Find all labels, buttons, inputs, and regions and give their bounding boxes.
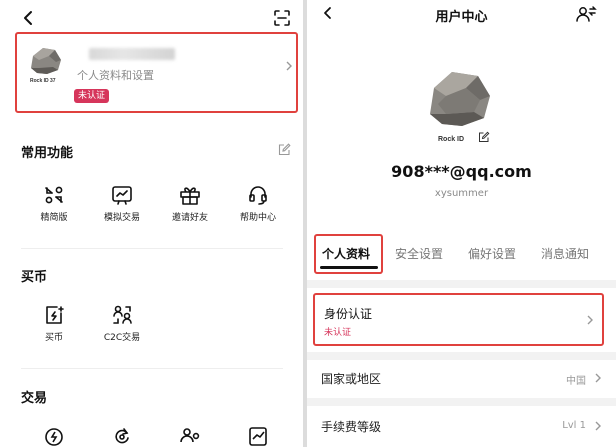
grid-item-label: 精简版: [40, 213, 68, 223]
grid-item-flash[interactable]: [24, 425, 84, 447]
c2c-icon: [110, 304, 134, 326]
edit-icon[interactable]: [278, 143, 291, 156]
identity-status: 未认证: [324, 328, 352, 338]
grid-item-invite[interactable]: 邀请好友: [160, 184, 220, 223]
row-label: 国家或地区: [321, 372, 382, 386]
grid-item-label: 帮助中心: [239, 213, 276, 223]
status-badge: 未认证: [74, 89, 110, 103]
highlight-box: [314, 234, 383, 274]
page-title: 用户中心: [435, 10, 488, 25]
section-title-buy: 买币: [21, 270, 48, 285]
profile-subtitle: 个人资料和设置: [77, 69, 154, 82]
user-center-panel: 用户中心 Rock ID 908***@qq.com xysummer 个人资料…: [307, 0, 616, 447]
chevron-right-icon: [594, 372, 602, 384]
row-value: Lvl 1: [562, 420, 586, 431]
headset-icon: [246, 184, 270, 206]
grid-item-demo-trade[interactable]: 模拟交易: [92, 184, 152, 223]
row-value: 中国: [566, 376, 586, 387]
blurred-username: [89, 48, 175, 60]
scan-icon[interactable]: [272, 8, 292, 28]
profile-menu-panel: Rock ID 37 个人资料和设置 未认证 常用功能 精简版 模拟交易 邀请好…: [0, 0, 303, 447]
chevron-right-icon: [284, 59, 294, 73]
profile-card[interactable]: Rock ID 37 个人资料和设置 未认证: [15, 32, 298, 113]
divider: [21, 368, 283, 369]
grid-item-compact[interactable]: 精简版: [24, 184, 84, 223]
copy-trade-icon: [178, 425, 202, 447]
chart-icon: [246, 425, 270, 447]
section-title-common: 常用功能: [21, 146, 74, 161]
row-label: 手续费等级: [321, 420, 382, 434]
convert-icon: [110, 425, 134, 447]
grid-item-convert[interactable]: [92, 425, 152, 447]
tab-security[interactable]: 安全设置: [395, 245, 443, 262]
chevron-right-icon: [586, 314, 594, 326]
compact-icon: [42, 184, 66, 206]
avatar-caption: Rock ID 37: [30, 78, 56, 84]
chevron-right-icon: [594, 420, 602, 432]
grid-item-copy-trade[interactable]: [160, 425, 220, 447]
grid-item-label: 买币: [44, 333, 63, 343]
gift-icon: [178, 184, 202, 206]
grid-item-help[interactable]: 帮助中心: [228, 184, 288, 223]
identity-verification-row[interactable]: 身份认证 未认证: [313, 293, 604, 346]
divider: [307, 398, 616, 406]
buy-coin-icon: [42, 304, 66, 326]
grid-item-label: 邀请好友: [171, 213, 208, 223]
back-arrow-icon[interactable]: [20, 9, 38, 27]
divider: [21, 248, 283, 249]
grid-item-c2c[interactable]: C2C交易: [92, 304, 152, 343]
section-title-trade: 交易: [21, 391, 48, 406]
grid-item-label: 模拟交易: [103, 213, 140, 223]
tab-preferences[interactable]: 偏好设置: [468, 245, 516, 262]
edit-avatar-icon[interactable]: [478, 131, 490, 143]
user-switch-icon[interactable]: [575, 5, 597, 23]
username: xysummer: [434, 188, 489, 199]
user-email: 908***@qq.com: [391, 162, 532, 181]
avatar-caption: Rock ID: [438, 136, 465, 143]
identity-label: 身份认证: [324, 307, 373, 321]
list-item-country[interactable]: 国家或地区 中国: [307, 358, 616, 398]
demo-trade-icon: [110, 184, 134, 206]
list-item-fee-level[interactable]: 手续费等级 Lvl 1: [307, 406, 616, 446]
tab-notifications[interactable]: 消息通知: [541, 245, 589, 262]
flash-icon: [42, 425, 66, 447]
grid-item-buy-coin[interactable]: 买币: [24, 304, 84, 343]
grid-item-label: C2C交易: [103, 333, 141, 343]
divider: [307, 280, 616, 288]
grid-item-chart[interactable]: [228, 425, 288, 447]
